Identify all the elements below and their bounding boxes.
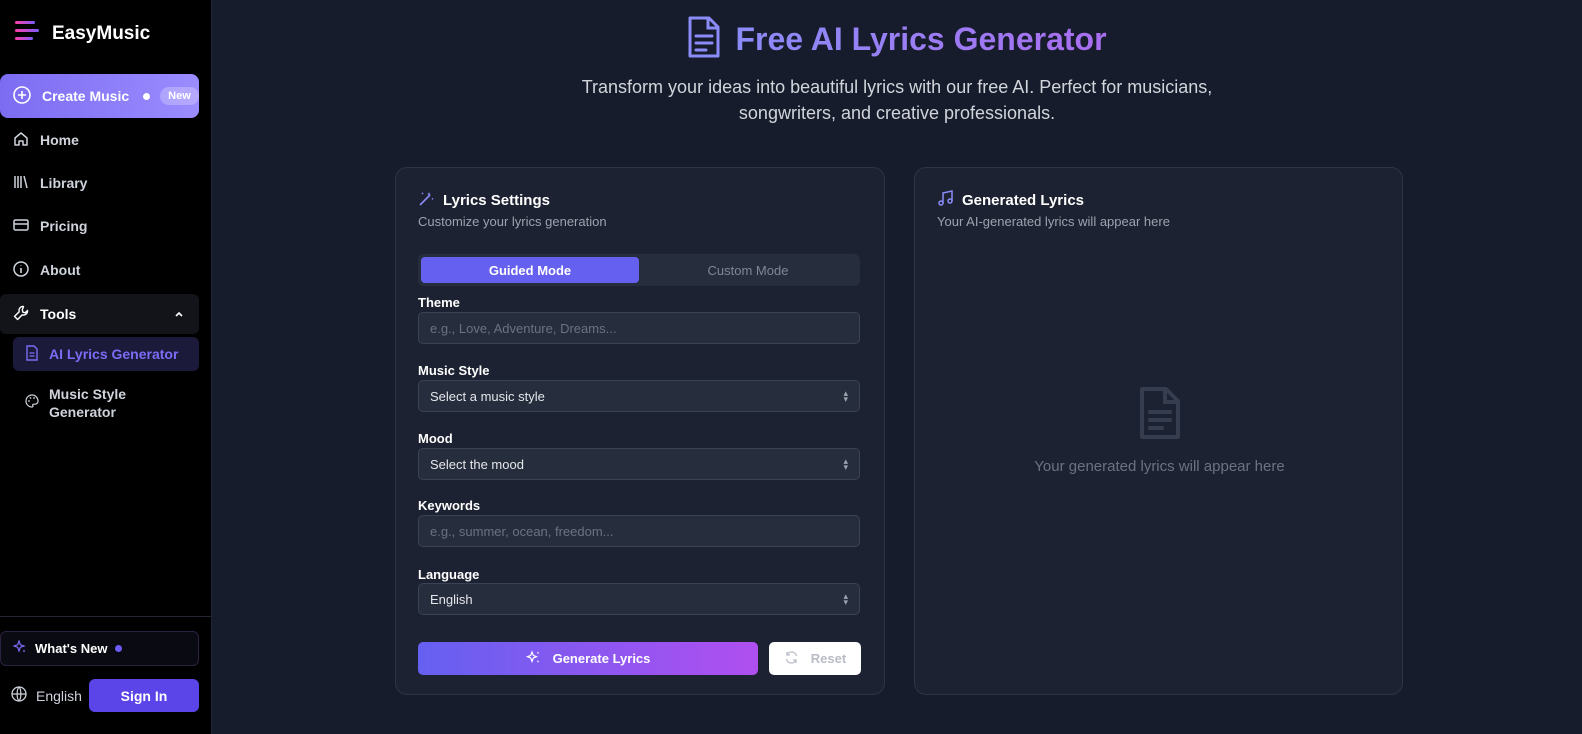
globe-icon: [10, 685, 28, 706]
reset-label: Reset: [810, 651, 847, 666]
magic-wand-icon: [418, 190, 435, 211]
document-placeholder-icon: [1138, 386, 1182, 445]
page-header: Free AI Lyrics Generator: [0, 16, 1582, 63]
mood-label: Mood: [418, 431, 453, 446]
keywords-input[interactable]: e.g., summer, ocean, freedom...: [418, 515, 860, 547]
sidebar-item-about[interactable]: About: [0, 250, 199, 290]
chevron-up-down-icon: ▴ ▾: [843, 456, 848, 472]
whats-new-button[interactable]: What's New: [0, 631, 199, 666]
keywords-placeholder: e.g., summer, ocean, freedom...: [430, 523, 614, 539]
palette-icon: [25, 394, 39, 412]
sidebar-item-home[interactable]: Home: [0, 120, 199, 160]
sidebar-item-label: Library: [40, 175, 88, 191]
wrench-icon: [12, 304, 30, 325]
music-style-label: Music Style: [418, 363, 490, 378]
language-field-label: Language: [418, 567, 480, 582]
music-style-select[interactable]: Select a music style ▴ ▾: [418, 380, 860, 412]
sidebar-divider: [0, 616, 212, 617]
reset-button[interactable]: Reset: [769, 642, 861, 675]
language-value: English: [430, 591, 473, 607]
create-music-label: Create Music: [42, 88, 130, 104]
generate-lyrics-label: Generate Lyrics: [552, 651, 651, 666]
whats-new-label: What's New: [35, 641, 108, 656]
sparkles-icon: [12, 639, 27, 657]
generate-lyrics-button[interactable]: Generate Lyrics: [418, 642, 758, 675]
credit-card-icon: [12, 216, 30, 237]
sidebar-item-label: Pricing: [40, 218, 88, 234]
sidebar-item-music-style-generator[interactable]: Music Style Generator: [13, 385, 143, 421]
chevron-up-down-icon: ▴ ▾: [843, 591, 848, 607]
empty-state-text: Your generated lyrics will appear here: [1034, 458, 1285, 475]
plus-circle-icon: [12, 85, 32, 108]
refresh-icon: [784, 650, 799, 668]
generated-lyrics-card: Generated Lyrics Your AI-generated lyric…: [914, 167, 1403, 695]
theme-placeholder: e.g., Love, Adventure, Dreams...: [430, 320, 617, 336]
sign-in-button[interactable]: Sign In: [89, 679, 199, 712]
card-title: Generated Lyrics: [962, 192, 1084, 209]
info-icon: [12, 260, 30, 281]
document-icon: [687, 16, 721, 63]
sidebar-item-label: Home: [40, 132, 79, 148]
sidebar-item-ai-lyrics-generator[interactable]: AI Lyrics Generator: [13, 337, 199, 371]
card-title: Lyrics Settings: [443, 192, 550, 209]
sidebar-item-library[interactable]: Library: [0, 163, 199, 203]
language-label: English: [36, 687, 82, 704]
page-subtitle: Transform your ideas into beautiful lyri…: [581, 77, 1213, 123]
sidebar-item-label: About: [40, 262, 81, 278]
chevron-up-down-icon: ▴ ▾: [843, 388, 848, 404]
sidebar-item-label: AI Lyrics Generator: [49, 346, 179, 362]
lyrics-settings-card: Lyrics Settings Customize your lyrics ge…: [395, 167, 885, 695]
home-icon: [12, 130, 30, 151]
card-description: Your AI-generated lyrics will appear her…: [937, 214, 1170, 229]
theme-label: Theme: [418, 295, 460, 310]
page-title: Free AI Lyrics Generator: [735, 21, 1107, 57]
sparkles-icon: [525, 649, 541, 668]
sidebar-item-pricing[interactable]: Pricing: [0, 206, 199, 246]
generated-lyrics-header: Generated Lyrics: [937, 190, 1084, 211]
chevron-up-icon: [173, 307, 185, 323]
tab-custom-mode[interactable]: Custom Mode: [639, 257, 857, 283]
new-dot-indicator: [143, 92, 151, 100]
music-style-value: Select a music style: [430, 388, 545, 404]
language-selector[interactable]: English: [10, 685, 82, 706]
sidebar-item-label: Tools: [40, 306, 77, 322]
new-badge: New: [160, 87, 199, 105]
create-music-button[interactable]: Create Music New: [0, 74, 199, 118]
language-select[interactable]: English ▴ ▾: [418, 583, 860, 615]
keywords-label: Keywords: [418, 498, 481, 513]
sidebar: EasyMusic Create Music New Home Library …: [0, 0, 212, 734]
mode-toggle: Guided Mode Custom Mode: [418, 254, 860, 286]
sidebar-item-tools[interactable]: Tools: [0, 294, 199, 334]
theme-input[interactable]: e.g., Love, Adventure, Dreams...: [418, 312, 860, 344]
mood-select[interactable]: Select the mood ▴ ▾: [418, 448, 860, 480]
card-description: Customize your lyrics generation: [418, 214, 607, 229]
sidebar-item-label: Music Style Generator: [49, 386, 127, 420]
tab-guided-mode[interactable]: Guided Mode: [421, 257, 639, 283]
lyrics-settings-header: Lyrics Settings: [418, 190, 550, 211]
mood-value: Select the mood: [430, 456, 524, 472]
document-icon: [25, 344, 39, 364]
whats-new-dot: [115, 645, 123, 652]
library-icon: [12, 173, 30, 194]
music-note-icon: [937, 190, 954, 211]
